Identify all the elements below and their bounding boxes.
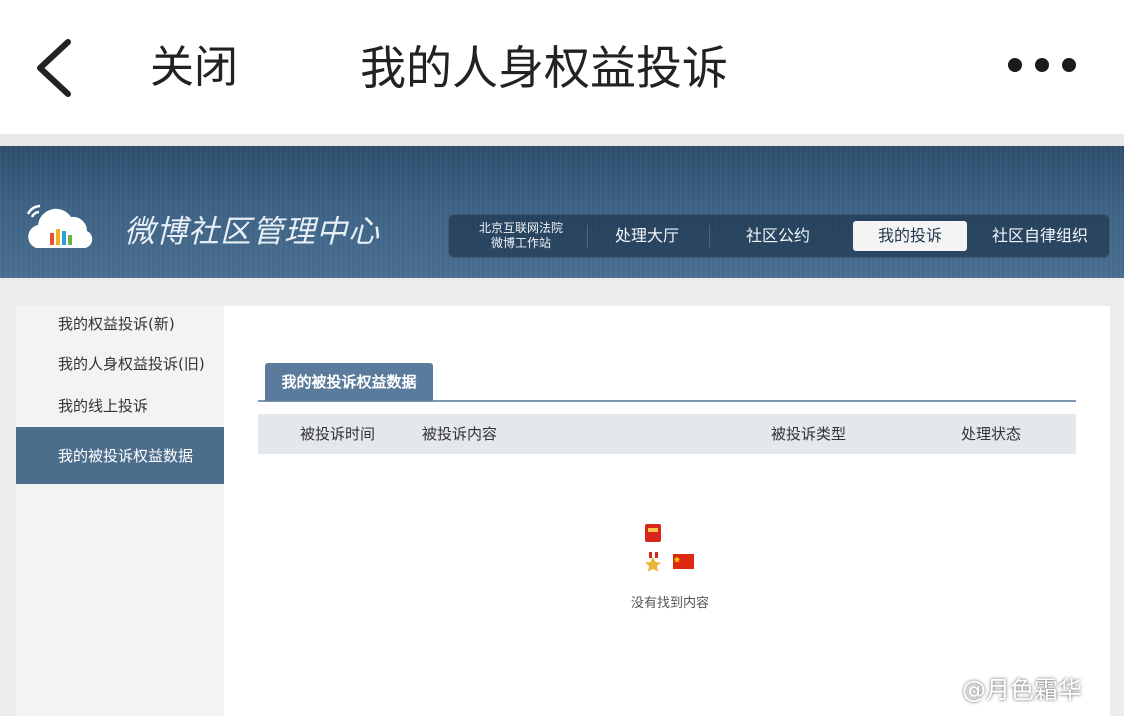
court-station: 微博工作站 — [490, 236, 551, 250]
top-app-bar: 关闭 我的人身权益投诉 — [0, 0, 1124, 134]
nav-item-hall[interactable]: 处理大厅 — [591, 221, 703, 251]
empty-state-icons — [645, 524, 694, 572]
cloud-logo-icon[interactable] — [22, 202, 98, 252]
sidebar-item-label: 我的权益投诉(新) — [58, 315, 175, 333]
sidebar: 我的权益投诉(新) 我的人身权益投诉(旧) 我的线上投诉 我的被投诉权益数据 — [16, 306, 224, 716]
back-arrow-icon[interactable] — [30, 36, 80, 100]
header-banner: 微博社区管理中心 北京互联网法院 微博工作站 处理大厅 社区公约 我的投诉 社区… — [0, 146, 1124, 278]
sidebar-item-personal-old[interactable]: 我的人身权益投诉(旧) — [16, 346, 224, 380]
sidebar-item-label: 我的人身权益投诉(旧) — [58, 355, 205, 373]
sidebar-item-label: 我的线上投诉 — [58, 397, 149, 415]
column-header-status: 处理状态 — [961, 425, 1022, 443]
site-name[interactable]: 微博社区管理中心 — [124, 212, 380, 252]
table-header: 被投诉时间 被投诉内容 被投诉类型 处理状态 — [258, 414, 1076, 454]
sidebar-item-rights-new[interactable]: 我的权益投诉(新) — [16, 306, 224, 340]
red-envelope-icon — [645, 524, 661, 542]
nav-court-link[interactable]: 北京互联网法院 微博工作站 — [461, 221, 581, 251]
nav-item-my-complaints[interactable]: 我的投诉 — [853, 221, 967, 251]
nav-separator — [587, 225, 588, 247]
nav-item-self-discipline[interactable]: 社区自律组织 — [975, 221, 1105, 251]
nav-item-convention[interactable]: 社区公约 — [713, 221, 843, 251]
page-title: 我的人身权益投诉 — [360, 41, 728, 95]
divider — [0, 134, 1124, 146]
sidebar-item-label: 我的被投诉权益数据 — [58, 447, 194, 465]
medal-icon — [645, 552, 661, 572]
sidebar-item-online[interactable]: 我的线上投诉 — [16, 388, 224, 422]
nav-separator — [709, 225, 710, 247]
court-name: 北京互联网法院 — [478, 221, 563, 235]
column-header-type: 被投诉类型 — [771, 425, 847, 443]
tab-complained-data[interactable]: 我的被投诉权益数据 — [265, 363, 433, 401]
column-header-content: 被投诉内容 — [422, 425, 498, 443]
watermark-text: @月色霜华 — [962, 676, 1082, 704]
more-options-icon[interactable] — [1004, 56, 1084, 80]
top-nav: 北京互联网法院 微博工作站 处理大厅 社区公约 我的投诉 社区自律组织 — [448, 214, 1110, 258]
weibo-watermark-icon — [919, 674, 960, 706]
close-button[interactable]: 关闭 — [150, 40, 238, 96]
column-header-time: 被投诉时间 — [300, 425, 376, 443]
china-flag-icon — [673, 554, 694, 569]
sidebar-item-complained-data[interactable]: 我的被投诉权益数据 — [16, 427, 224, 484]
empty-state-text: 没有找到内容 — [630, 596, 709, 611]
